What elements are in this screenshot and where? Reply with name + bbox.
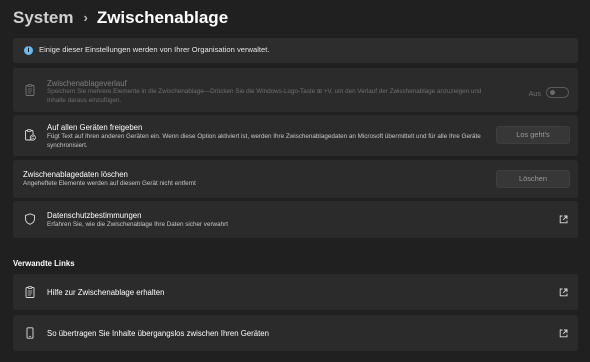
info-icon: i: [24, 46, 33, 55]
open-external-icon: [559, 215, 568, 224]
clear-clipboard-data-title: Zwischenablagedaten löschen: [23, 170, 128, 179]
privacy-statement-title: Datenschutzbestimmungen: [47, 211, 142, 220]
privacy-statement-row[interactable]: Datenschutzbestimmungen Erfahren Sie, wi…: [13, 201, 578, 238]
related-link-label: Hilfe zur Zwischenablage erhalten: [47, 288, 165, 297]
clipboard-history-title: Zwischenablageverlauf: [47, 79, 127, 88]
clear-clipboard-data-description: Angeheftete Elemente werden auf diesem G…: [23, 180, 196, 187]
page-title: Zwischenablage: [96, 8, 229, 27]
related-link-label: So übertragen Sie Inhalte übergangslos z…: [47, 329, 269, 338]
privacy-statement-description: Erfahren Sie, wie die Zwischenablage Ihr…: [47, 221, 228, 228]
clipboard-sync-icon: [24, 129, 36, 141]
clipboard-history-toggle[interactable]: [546, 87, 569, 98]
clipboard-icon: [24, 84, 36, 96]
open-external-icon: [559, 329, 568, 338]
open-external-icon: [559, 288, 568, 297]
banner-text: Einige dieser Einstellungen werden von I…: [39, 45, 270, 54]
organization-managed-banner: i Einige dieser Einstellungen werden von…: [13, 38, 578, 63]
related-link-clipboard-help[interactable]: Hilfe zur Zwischenablage erhalten: [13, 274, 578, 310]
clipboard-settings-page: System › Zwischenablage i Einige dieser …: [0, 0, 590, 362]
clipboard-history-description: Speichern Sie mehrere Elemente in die Zw…: [47, 88, 482, 104]
toggle-knob: [550, 90, 555, 95]
clear-button[interactable]: Löschen: [496, 170, 570, 188]
phone-icon: [24, 327, 36, 339]
share-across-devices-row: Auf allen Geräten freigeben Fügt Text au…: [13, 115, 578, 156]
shield-icon: [24, 213, 36, 225]
clipboard-history-toggle-state: Aus: [528, 89, 541, 98]
clear-clipboard-data-row: Zwischenablagedaten löschen Angeheftete …: [13, 160, 578, 198]
related-links-heading: Verwandte Links: [13, 259, 75, 268]
chevron-right-icon: ›: [83, 9, 88, 25]
clipboard-history-row: Zwischenablageverlauf Speichern Sie mehr…: [13, 68, 578, 112]
breadcrumb: System › Zwischenablage: [13, 6, 228, 30]
clipboard-list-icon: [24, 286, 36, 298]
breadcrumb-system-link[interactable]: System: [13, 8, 73, 28]
get-started-button[interactable]: Los geht's: [496, 126, 570, 144]
share-across-devices-title: Auf allen Geräten freigeben: [47, 123, 143, 132]
share-across-devices-description: Fügt Text auf Ihren anderen Geräten ein.…: [47, 133, 481, 149]
related-link-transfer-content[interactable]: So übertragen Sie Inhalte übergangslos z…: [13, 315, 578, 351]
